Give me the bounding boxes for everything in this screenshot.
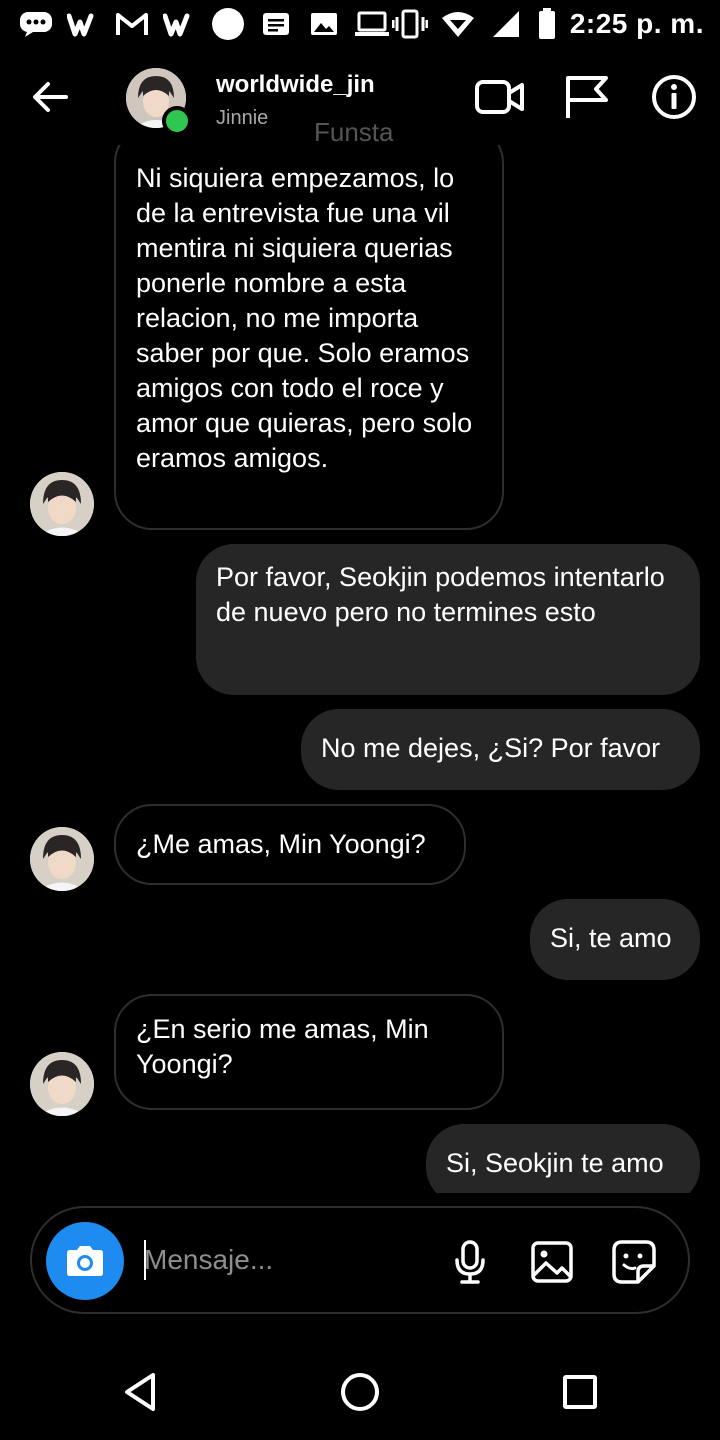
message-thread[interactable]: Ni siquiera empezamos, lo de la entrevis…: [0, 145, 720, 1193]
sender-avatar[interactable]: [30, 1052, 94, 1116]
message-text: No me dejes, ¿Si? Por favor: [321, 733, 661, 763]
laptop-icon: [354, 8, 390, 40]
message-composer: [30, 1206, 690, 1314]
sticker-icon: [612, 1240, 656, 1284]
message-bubble-outgoing[interactable]: Si, Seokjin te amo: [426, 1124, 700, 1193]
navigation-bar: [0, 1340, 720, 1440]
info-button[interactable]: [646, 69, 702, 125]
circle-icon: [210, 8, 246, 40]
image-icon: [306, 8, 342, 40]
voice-message-button[interactable]: [446, 1238, 494, 1286]
wifi-icon: [440, 8, 476, 40]
wattpad-icon: [66, 8, 102, 40]
clock: 2:25 p. m.: [569, 8, 704, 39]
vibrate-icon: [391, 8, 428, 40]
triangle-back-icon: [125, 1373, 155, 1411]
circle-home-icon: [341, 1373, 379, 1411]
nav-home-button[interactable]: [336, 1368, 384, 1416]
square-recents-icon: [563, 1375, 597, 1409]
video-call-button[interactable]: [472, 69, 528, 125]
contact-display-name: Jinnie: [216, 107, 269, 129]
conversation-header: worldwide_jin Jinnie Funsta: [0, 55, 720, 147]
nav-back-button[interactable]: [116, 1368, 164, 1416]
document-icon: [258, 8, 294, 40]
message-bubble-outgoing[interactable]: Si, te amo: [530, 899, 700, 980]
video-camera-icon: [475, 80, 524, 114]
image-icon: [531, 1241, 573, 1283]
message-bubble-outgoing[interactable]: Por favor, Seokjin podemos intentarlo de…: [196, 544, 700, 695]
system-icons: 2:25 p. m.: [391, 8, 704, 40]
contact-username[interactable]: worldwide_jin: [216, 71, 375, 99]
gmail-icon: [114, 8, 150, 40]
message-text: Ni siquiera empezamos, lo de la entrevis…: [136, 163, 473, 473]
message-input[interactable]: [144, 1236, 424, 1284]
online-status-dot: [162, 106, 192, 136]
wattpad-icon: [162, 8, 198, 40]
status-bar: 2:25 p. m.: [0, 0, 720, 50]
message-bubble-incoming[interactable]: Ni siquiera empezamos, lo de la entrevis…: [114, 145, 504, 530]
gallery-button[interactable]: [528, 1238, 576, 1286]
notification-icons: [18, 8, 390, 40]
camera-button[interactable]: [46, 1222, 124, 1300]
arrow-left-icon: [33, 82, 68, 112]
report-button[interactable]: [558, 69, 614, 125]
chat-bubble-icon: [18, 8, 54, 40]
message-text: Si, te amo: [550, 923, 672, 953]
camera-icon: [67, 1246, 103, 1276]
message-bubble-incoming[interactable]: ¿En serio me amas, Min Yoongi?: [114, 994, 504, 1110]
sender-avatar[interactable]: [30, 472, 94, 536]
flag-icon: [566, 76, 608, 118]
message-bubble-outgoing[interactable]: No me dejes, ¿Si? Por favor: [301, 709, 700, 790]
message-text: Si, Seokjin te amo: [446, 1148, 664, 1178]
text-cursor: [144, 1240, 146, 1280]
message-bubble-incoming[interactable]: ¿Me amas, Min Yoongi?: [114, 804, 466, 885]
back-button[interactable]: [28, 75, 72, 119]
message-text: ¿Me amas, Min Yoongi?: [136, 829, 426, 859]
battery-icon: [536, 8, 558, 40]
nav-recents-button[interactable]: [556, 1368, 604, 1416]
sender-avatar[interactable]: [30, 827, 94, 891]
info-icon: [652, 75, 696, 119]
microphone-icon: [455, 1240, 485, 1284]
overlay-text: Funsta: [314, 117, 394, 147]
message-text: ¿En serio me amas, Min Yoongi?: [136, 1014, 429, 1079]
signal-icon: [488, 8, 524, 40]
sticker-button[interactable]: [610, 1238, 658, 1286]
message-text: Por favor, Seokjin podemos intentarlo de…: [216, 562, 665, 627]
